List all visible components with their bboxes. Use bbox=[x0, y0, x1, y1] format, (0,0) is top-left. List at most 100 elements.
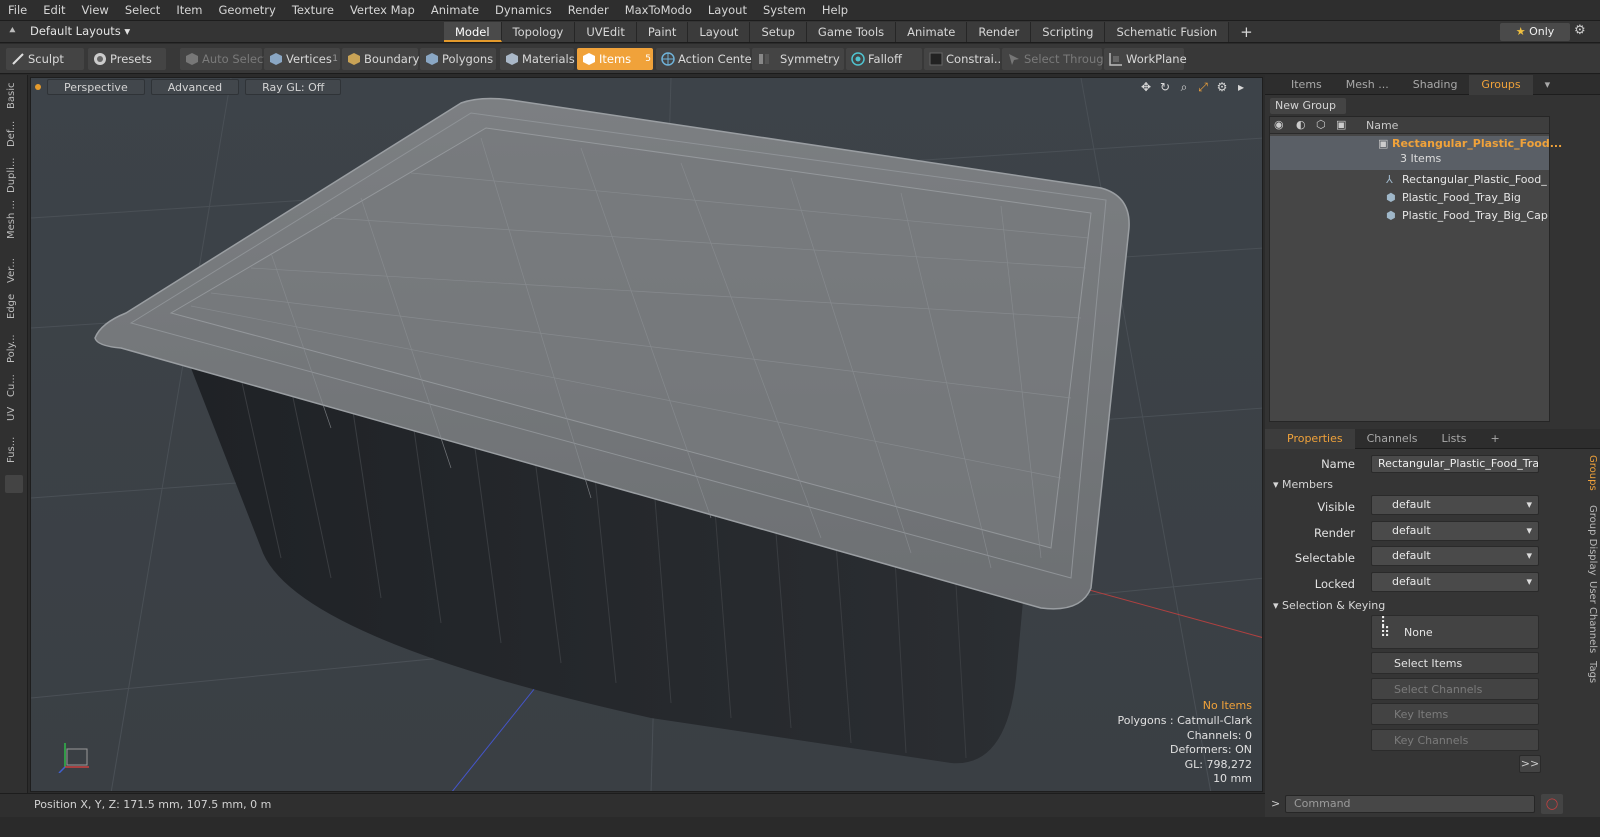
render-dropdown[interactable]: default bbox=[1371, 521, 1539, 541]
selection-keying-section[interactable]: ▾ Selection & Keying bbox=[1273, 599, 1385, 612]
expand-tools-button[interactable] bbox=[5, 475, 23, 493]
tab-topology[interactable]: Topology bbox=[501, 22, 576, 42]
vertices-button[interactable]: Vertices 1 bbox=[264, 48, 340, 70]
tab-uvedit[interactable]: UVEdit bbox=[575, 22, 637, 42]
items-button[interactable]: Items 5 bbox=[577, 48, 653, 70]
none-button[interactable]: ⠇ ⠿ None bbox=[1371, 615, 1539, 649]
polygons-button[interactable]: Polygons bbox=[420, 48, 496, 70]
render-icon[interactable]: ◐ bbox=[1296, 118, 1306, 131]
key-channels-button[interactable]: Key Channels bbox=[1371, 729, 1539, 751]
tab-scripting[interactable]: Scripting bbox=[1031, 22, 1106, 42]
side-tab-tags[interactable]: Tags bbox=[1582, 661, 1598, 689]
select-channels-button[interactable]: Select Channels bbox=[1371, 678, 1539, 700]
locked-dropdown[interactable]: default bbox=[1371, 572, 1539, 592]
rotate-view-icon[interactable]: ↻ bbox=[1158, 80, 1172, 94]
lock-icon[interactable]: ▣ bbox=[1336, 118, 1346, 131]
gear-icon[interactable]: ⚙ bbox=[1574, 23, 1586, 38]
constraints-button[interactable]: Constrai... bbox=[924, 48, 1005, 70]
selectable-dropdown[interactable]: default bbox=[1371, 546, 1539, 566]
key-items-button[interactable]: Key Items bbox=[1371, 703, 1539, 725]
list-item[interactable]: ⬢ Plastic_Food_Tray_Big bbox=[1270, 189, 1549, 207]
tab-shading[interactable]: Shading bbox=[1401, 75, 1470, 95]
members-section[interactable]: ▾ Members bbox=[1273, 478, 1333, 491]
workplane-button[interactable]: WorkPlane bbox=[1104, 48, 1187, 70]
auto-select-button[interactable]: Auto Select bbox=[180, 48, 268, 70]
select-items-button[interactable]: Select Items bbox=[1371, 652, 1539, 674]
menu-vertex-map[interactable]: Vertex Map bbox=[342, 0, 423, 21]
menu-help[interactable]: Help bbox=[814, 0, 856, 21]
view-mode-button[interactable]: Perspective bbox=[47, 79, 145, 95]
tab-render[interactable]: Render bbox=[967, 22, 1032, 42]
only-button[interactable]: ★ Only bbox=[1500, 23, 1570, 41]
menu-render[interactable]: Render bbox=[560, 0, 617, 21]
tab-groups[interactable]: Groups bbox=[1469, 75, 1533, 95]
new-group-button[interactable]: New Group bbox=[1270, 98, 1346, 114]
menu-view[interactable]: View bbox=[74, 0, 117, 21]
sculpt-button[interactable]: Sculpt bbox=[6, 48, 84, 70]
viewport-settings-icon[interactable]: ⚙ bbox=[1215, 80, 1229, 94]
fit-view-icon[interactable]: ⤢ bbox=[1196, 80, 1210, 94]
tab-layout[interactable]: Layout bbox=[688, 22, 751, 42]
tab-uv[interactable]: UV bbox=[6, 401, 22, 421]
symmetry-button[interactable]: Symmetry bbox=[752, 48, 844, 70]
side-tab-group-display[interactable]: Group Display bbox=[1582, 505, 1598, 575]
action-center-button[interactable]: Action Center bbox=[656, 48, 756, 70]
layout-selector[interactable]: Default Layouts ▾ bbox=[30, 24, 130, 38]
menu-file[interactable]: File bbox=[0, 0, 35, 21]
eye-icon[interactable]: ◉ bbox=[1274, 118, 1284, 131]
menu-select[interactable]: Select bbox=[117, 0, 168, 21]
falloff-button[interactable]: Falloff bbox=[846, 48, 922, 70]
tab-schematic-fusion[interactable]: Schematic Fusion bbox=[1105, 22, 1230, 42]
tab-basic[interactable]: Basic bbox=[6, 79, 22, 109]
name-field[interactable]: Rectangular_Plastic_Food_Tray_w bbox=[1371, 455, 1539, 473]
menu-texture[interactable]: Texture bbox=[284, 0, 342, 21]
add-tab-icon[interactable]: + bbox=[1229, 22, 1264, 42]
viewport-3d[interactable]: Perspective Advanced Ray GL: Off ✥ ↻ ⌕ ⤢… bbox=[30, 77, 1263, 792]
tab-vertex[interactable]: Ver... bbox=[6, 247, 22, 283]
list-item[interactable]: ⅄ Rectangular_Plastic_Food_ ... bbox=[1270, 171, 1549, 204]
menu-layout[interactable]: Layout bbox=[700, 0, 755, 21]
tab-deform[interactable]: Def... bbox=[6, 113, 22, 147]
record-icon[interactable]: ◯ bbox=[1541, 794, 1563, 814]
tab-animate[interactable]: Animate bbox=[896, 22, 968, 42]
tab-curve[interactable]: Cu... bbox=[6, 367, 22, 397]
tab-duplicate[interactable]: Dupli... bbox=[6, 153, 22, 193]
add-panel-tab-icon[interactable]: + bbox=[1478, 429, 1511, 449]
viewport-menu-icon[interactable]: ▸ bbox=[1234, 80, 1248, 94]
tab-mesh-edit[interactable]: Mesh ... bbox=[6, 199, 22, 239]
tab-channels[interactable]: Channels bbox=[1355, 429, 1430, 449]
collapse-icon[interactable]: ⯅ bbox=[8, 24, 17, 38]
more-button[interactable]: >> bbox=[1519, 755, 1541, 773]
tab-items[interactable]: Items bbox=[1265, 75, 1334, 95]
menu-system[interactable]: System bbox=[755, 0, 814, 21]
group-row[interactable]: Rectangular_Plastic_Food... 3 Items ▣ bbox=[1270, 136, 1562, 170]
list-item[interactable]: ⬢ Plastic_Food_Tray_Big_Cap bbox=[1270, 207, 1549, 225]
tab-mesh[interactable]: Mesh ... bbox=[1334, 75, 1401, 95]
tab-edge[interactable]: Edge bbox=[6, 289, 22, 319]
tab-paint[interactable]: Paint bbox=[636, 22, 689, 42]
tab-lists[interactable]: Lists bbox=[1430, 429, 1479, 449]
side-tab-groups[interactable]: Groups bbox=[1582, 455, 1598, 499]
visible-dropdown[interactable]: default bbox=[1371, 495, 1539, 515]
menu-animate[interactable]: Animate bbox=[423, 0, 487, 21]
menu-maxtomodo[interactable]: MaxToModo bbox=[617, 0, 700, 21]
menu-dynamics[interactable]: Dynamics bbox=[487, 0, 560, 21]
menu-edit[interactable]: Edit bbox=[35, 0, 73, 21]
side-tab-user-channels[interactable]: User Channels bbox=[1582, 581, 1598, 653]
presets-button[interactable]: Presets bbox=[88, 48, 166, 70]
raygl-button[interactable]: Ray GL: Off bbox=[245, 79, 342, 95]
materials-button[interactable]: Materials bbox=[500, 48, 575, 70]
tab-fusion[interactable]: Fus... bbox=[6, 427, 22, 463]
select-icon[interactable]: ⬡ bbox=[1316, 118, 1326, 131]
tab-model[interactable]: Model bbox=[444, 22, 502, 42]
move-view-icon[interactable]: ✥ bbox=[1139, 80, 1153, 94]
tab-polygon[interactable]: Poly... bbox=[6, 323, 22, 363]
tab-setup[interactable]: Setup bbox=[750, 22, 807, 42]
command-input[interactable]: Command bbox=[1285, 795, 1535, 813]
boundary-button[interactable]: Boundary bbox=[342, 48, 419, 70]
shading-mode-button[interactable]: Advanced bbox=[150, 79, 240, 95]
tab-properties[interactable]: Properties bbox=[1265, 429, 1355, 449]
tab-game-tools[interactable]: Game Tools bbox=[806, 22, 897, 42]
panel-menu-icon[interactable]: ▾ bbox=[1533, 75, 1563, 95]
menu-geometry[interactable]: Geometry bbox=[211, 0, 284, 21]
